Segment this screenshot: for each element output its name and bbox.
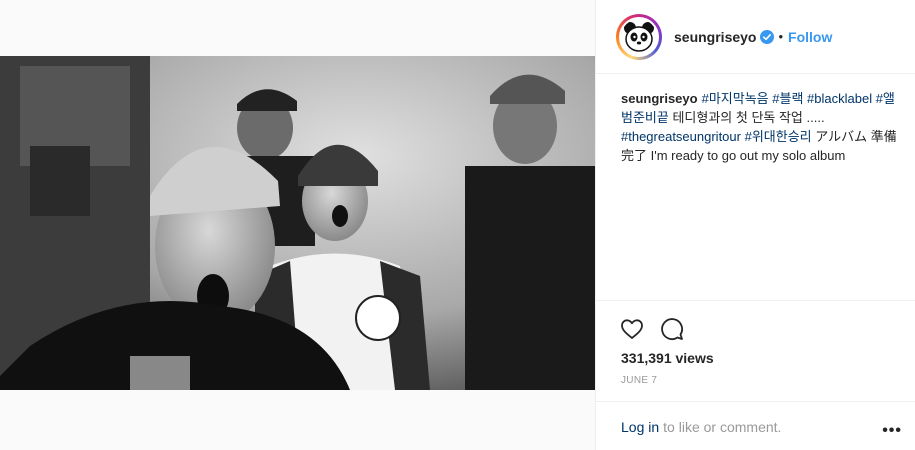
media-area [0, 0, 595, 450]
hashtag-link[interactable]: #위대한승리 [745, 129, 812, 144]
comment-icon[interactable] [660, 317, 684, 341]
video-frame [0, 56, 595, 390]
caption-fragment: 테디형과의 첫 단독 작업 ..... [668, 110, 825, 125]
post-actions: 331,391 views JUNE 7 Log in to like or c… [596, 300, 915, 450]
panda-avatar-icon [619, 16, 659, 57]
username-link[interactable]: seungriseyo [674, 29, 756, 45]
view-count[interactable]: 331,391 views [621, 350, 714, 366]
follow-button[interactable]: Follow [788, 29, 832, 45]
hashtag-link[interactable]: #thegreatseungritour [621, 129, 741, 144]
verified-badge-icon [760, 29, 775, 44]
caption-username-link[interactable]: seungriseyo [621, 91, 698, 106]
post-date[interactable]: JUNE 7 [621, 375, 657, 386]
post-header: seungriseyo • Follow [596, 0, 915, 74]
heart-icon[interactable] [620, 317, 644, 341]
hashtag-link[interactable]: #블랙 [772, 91, 803, 106]
post-caption: seungriseyo #마지막녹음 #블랙 #blacklabel #앨범준비끝… [621, 89, 901, 165]
login-link[interactable]: Log in [621, 419, 659, 435]
login-prompt-text: to like or comment. [663, 418, 782, 435]
avatar[interactable] [616, 13, 662, 60]
more-options-icon[interactable]: ••• [882, 422, 902, 440]
separator-dot: • [778, 29, 784, 44]
post-video[interactable] [0, 56, 595, 390]
login-prompt: Log in to like or comment. ••• [596, 401, 915, 450]
hashtag-link[interactable]: #마지막녹음 [702, 91, 769, 106]
hashtag-link[interactable]: #blacklabel [807, 91, 872, 106]
post-side-panel: seungriseyo • Follow seungriseyo #마지막녹음 #… [595, 0, 915, 450]
